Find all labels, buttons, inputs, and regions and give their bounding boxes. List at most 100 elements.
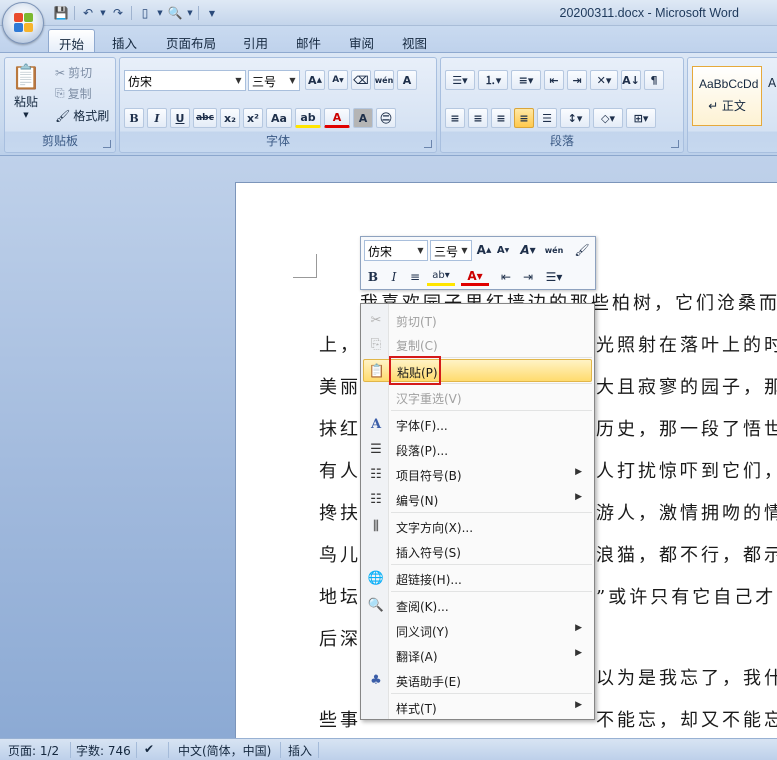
- tab-review[interactable]: 审阅: [339, 29, 384, 52]
- chevron-down-icon[interactable]: ▼: [459, 242, 470, 259]
- font-size-combo[interactable]: 三号 ▼: [248, 70, 300, 91]
- tab-home[interactable]: 开始: [48, 29, 96, 52]
- phonetic-guide-icon[interactable]: wén: [374, 70, 394, 90]
- tab-insert[interactable]: 插入: [102, 29, 147, 52]
- center-icon[interactable]: ≡: [406, 268, 424, 286]
- save-icon[interactable]: 💾: [52, 4, 70, 22]
- customize-icon[interactable]: ▼: [203, 4, 221, 22]
- font-color-icon[interactable]: A: [324, 108, 350, 128]
- menu-item-numbering[interactable]: ☷ 编号(N) ▶: [363, 488, 592, 511]
- menu-item-styles[interactable]: 样式(T) ▶: [363, 696, 592, 719]
- document-line[interactable]: ”或许只有它自己才: [596, 583, 776, 609]
- document-line[interactable]: 搀扶: [319, 499, 361, 525]
- italic-icon[interactable]: I: [147, 108, 167, 128]
- print-preview-icon[interactable]: 🔍: [166, 4, 184, 22]
- highlight-icon[interactable]: ab: [295, 108, 321, 128]
- decrease-indent-icon[interactable]: ⇤: [544, 70, 564, 90]
- print-preview-dropdown-icon[interactable]: ▼: [186, 4, 194, 22]
- paragraph-launcher-icon[interactable]: .: [671, 140, 679, 148]
- style-normal[interactable]: AaBbCcDd ↵ 正文: [692, 66, 762, 126]
- tab-references[interactable]: 引用: [233, 29, 278, 52]
- new-doc-dropdown-icon[interactable]: ▼: [156, 4, 164, 22]
- menu-item-copy[interactable]: ⎘ 复制(C): [363, 333, 592, 356]
- bullets-icon[interactable]: ☰▾: [541, 268, 567, 286]
- document-line[interactable]: 浪猫，都不行，都示: [596, 541, 777, 567]
- menu-item-synonyms[interactable]: 同义词(Y) ▶: [363, 619, 592, 642]
- line-spacing-icon[interactable]: ↕▾: [560, 108, 590, 128]
- phonetic-guide-icon[interactable]: wén: [545, 241, 564, 259]
- highlight-icon[interactable]: ab▾: [427, 268, 455, 286]
- subscript-icon[interactable]: x₂: [220, 108, 240, 128]
- document-line[interactable]: 后深: [319, 625, 361, 651]
- document-line[interactable]: 历史，那一段了悟世: [596, 415, 777, 441]
- grow-font-icon[interactable]: A ▲: [475, 241, 493, 259]
- copy-button[interactable]: ⎘ 复制: [55, 85, 92, 102]
- font-color-icon[interactable]: A▾: [461, 268, 489, 286]
- increase-indent-icon[interactable]: ⇥: [519, 268, 537, 286]
- status-language[interactable]: 中文(简体，中国): [178, 742, 271, 759]
- strikethrough-icon[interactable]: abc: [193, 108, 217, 128]
- distributed-icon[interactable]: ☰: [537, 108, 557, 128]
- align-center-icon[interactable]: ≡: [468, 108, 488, 128]
- document-line[interactable]: 大且寂寥的园子，那: [596, 373, 777, 399]
- mini-font-name-combo[interactable]: 仿宋 ▼: [364, 240, 428, 261]
- status-word-count[interactable]: 字数: 746: [76, 742, 131, 759]
- shrink-font-icon[interactable]: A ▼: [328, 70, 348, 90]
- menu-item-reconvert[interactable]: 汉字重选(V): [363, 386, 592, 409]
- mini-font-size-combo[interactable]: 三号 ▼: [430, 240, 472, 261]
- document-line[interactable]: 抹红: [319, 415, 361, 441]
- font-launcher-icon[interactable]: .: [424, 140, 432, 148]
- undo-dropdown-icon[interactable]: ▼: [99, 4, 107, 22]
- tab-mailings[interactable]: 邮件: [286, 29, 331, 52]
- tab-page-layout[interactable]: 页面布局: [156, 29, 226, 52]
- char-shading-icon[interactable]: A: [353, 108, 373, 128]
- style-next[interactable]: A: [768, 76, 776, 90]
- chevron-down-icon[interactable]: ▼: [415, 242, 426, 259]
- tab-view[interactable]: 视图: [392, 29, 437, 52]
- bullets-icon[interactable]: ☰▾: [445, 70, 475, 90]
- document-line[interactable]: 光照射在落叶上的时: [596, 331, 777, 357]
- italic-icon[interactable]: I: [385, 268, 403, 286]
- styles-quick-icon[interactable]: A▾: [515, 241, 541, 259]
- document-line[interactable]: 鸟儿: [319, 541, 361, 567]
- spell-check-icon[interactable]: ✔: [144, 742, 154, 756]
- new-doc-icon[interactable]: ▯: [136, 4, 154, 22]
- menu-item-english-assistant[interactable]: ♣ 英语助手(E): [363, 669, 592, 692]
- clipboard-launcher-icon[interactable]: .: [103, 140, 111, 148]
- sort-icon[interactable]: A↓: [621, 70, 641, 90]
- redo-icon[interactable]: ↷: [109, 4, 127, 22]
- undo-icon[interactable]: ↶: [79, 4, 97, 22]
- chinese-layout-icon[interactable]: ✕▾: [590, 70, 618, 90]
- cut-button[interactable]: ✂ 剪切: [55, 64, 92, 81]
- menu-item-text-direction[interactable]: ⫼ 文字方向(X)...: [363, 515, 592, 538]
- document-line[interactable]: 有人: [319, 457, 361, 483]
- paste-button[interactable]: 📋 粘贴 ▼: [11, 62, 41, 119]
- underline-icon[interactable]: U: [170, 108, 190, 128]
- menu-item-bullets[interactable]: ☷ 项目符号(B) ▶: [363, 463, 592, 486]
- multilevel-list-icon[interactable]: ≡▾: [511, 70, 541, 90]
- decrease-indent-icon[interactable]: ⇤: [497, 268, 515, 286]
- align-right-icon[interactable]: ≡: [491, 108, 511, 128]
- change-case-icon[interactable]: Aa: [266, 108, 292, 128]
- increase-indent-icon[interactable]: ⇥: [567, 70, 587, 90]
- bold-icon[interactable]: B: [124, 108, 144, 128]
- office-button[interactable]: [2, 2, 44, 44]
- shading-icon[interactable]: ◇▾: [593, 108, 623, 128]
- menu-item-font[interactable]: A 字体(F)...: [363, 413, 592, 436]
- format-painter-button[interactable]: 🖌 格式刷: [55, 107, 109, 124]
- chevron-down-icon[interactable]: ▼: [233, 72, 244, 89]
- chevron-down-icon[interactable]: ▼: [287, 72, 298, 89]
- clear-format-icon[interactable]: ⌫: [351, 70, 371, 90]
- menu-item-research[interactable]: 🔍 查阅(K)...: [363, 594, 592, 617]
- borders-icon[interactable]: ⊞▾: [626, 108, 656, 128]
- justify-icon[interactable]: ≡: [514, 108, 534, 128]
- document-line[interactable]: 些事: [319, 706, 361, 732]
- font-name-combo[interactable]: 仿宋 ▼: [124, 70, 246, 91]
- document-line[interactable]: 不能忘，却又不能忘: [596, 706, 777, 732]
- status-insert-mode[interactable]: 插入: [288, 742, 312, 759]
- grow-font-icon[interactable]: A ▲: [305, 70, 325, 90]
- shrink-font-icon[interactable]: A ▼: [494, 241, 512, 259]
- brush-icon[interactable]: 🖌: [573, 241, 591, 259]
- status-page[interactable]: 页面: 1/2: [8, 742, 59, 759]
- menu-item-hyperlink[interactable]: 🌐 超链接(H)...: [363, 567, 592, 590]
